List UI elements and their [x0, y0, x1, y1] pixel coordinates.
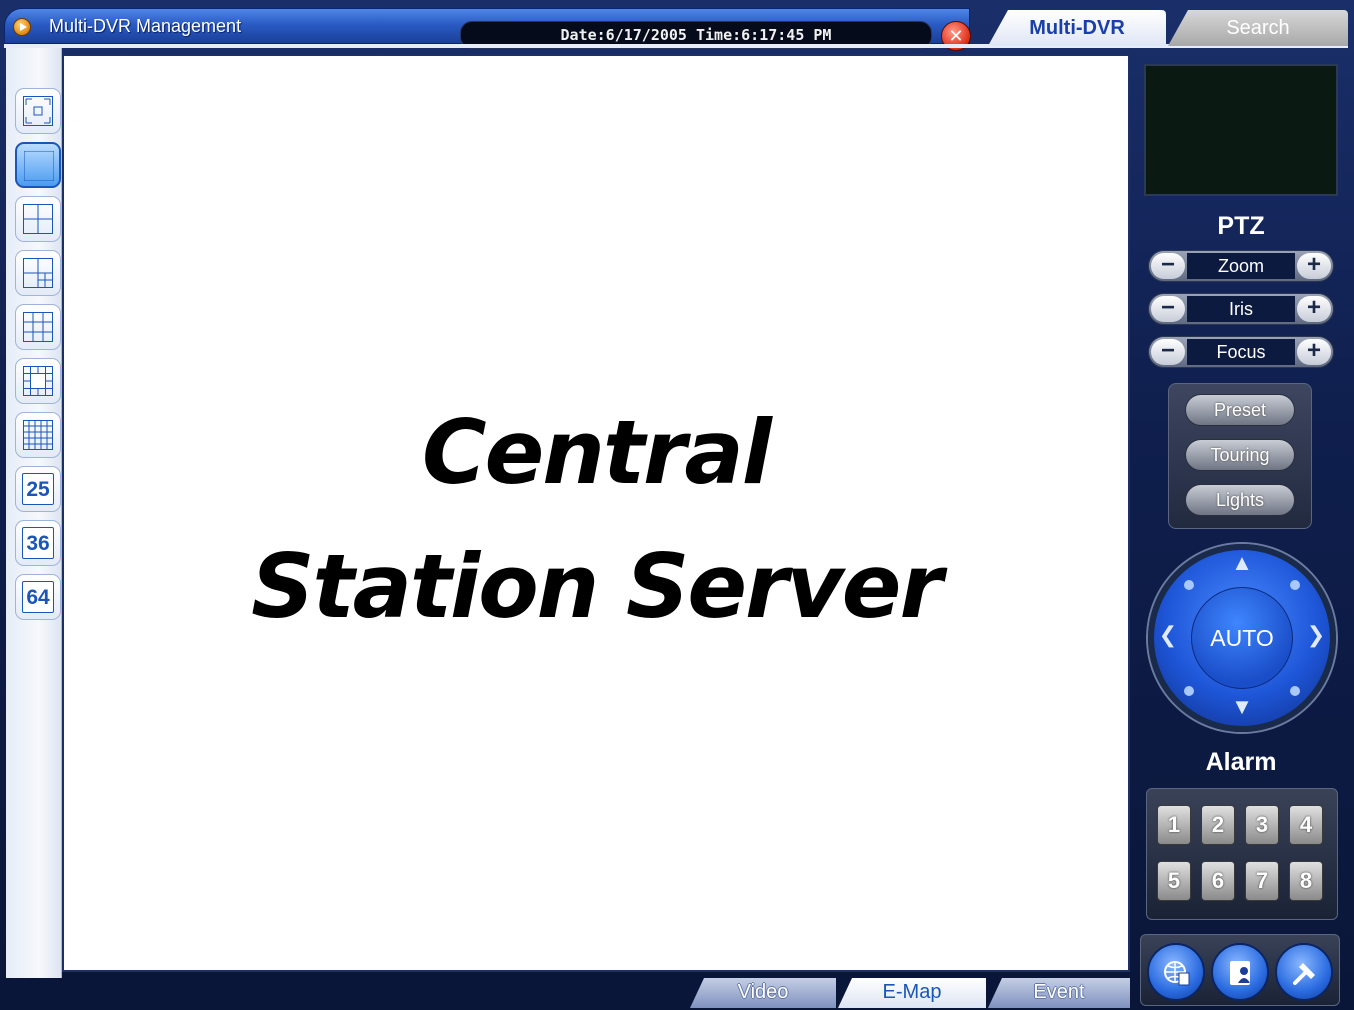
app-title: Multi-DVR Management [49, 16, 242, 36]
app-window: Multi-DVR Management Date:6/17/2005 Time… [0, 0, 1354, 1010]
grid-3x3-icon [23, 312, 53, 342]
tab-multi-dvr[interactable]: Multi-DVR [988, 10, 1166, 46]
pan-down-right-button[interactable] [1290, 686, 1300, 696]
tab-video[interactable]: Video [690, 978, 836, 1008]
alarm-button-6[interactable]: 6 [1201, 861, 1235, 901]
view-36-label: 36 [22, 527, 54, 559]
auto-button[interactable]: AUTO [1191, 587, 1293, 689]
pan-up-left-button[interactable] [1184, 580, 1194, 590]
network-icon [1164, 961, 1190, 986]
sixteen-view-button[interactable] [15, 412, 61, 458]
view-64-button[interactable]: 64 [15, 574, 61, 620]
view-36-button[interactable]: 36 [15, 520, 61, 566]
thirteen-view-button[interactable] [15, 358, 61, 404]
pan-left-icon[interactable]: ❮ [1156, 622, 1180, 648]
grid-6-icon [23, 258, 53, 288]
alarm-button-1[interactable]: 1 [1157, 805, 1191, 845]
alarm-button-3[interactable]: 3 [1245, 805, 1279, 845]
ptz-title: PTZ [1217, 212, 1265, 240]
view-64-label: 64 [22, 581, 54, 613]
view-25-label: 25 [22, 473, 54, 505]
lights-button[interactable]: Lights [1185, 484, 1295, 516]
focus-near-button[interactable]: − [1151, 339, 1185, 365]
title-bar: Multi-DVR Management Date:6/17/2005 Time… [4, 8, 971, 51]
tab-event[interactable]: Event [988, 978, 1130, 1008]
grid-4x4-icon [23, 420, 53, 450]
setup-button[interactable] [1275, 943, 1333, 1001]
focus-far-button[interactable]: + [1297, 339, 1331, 365]
tool-panel [1140, 934, 1340, 1006]
ptz-direction-pad: ▲ ▼ ❮ ❯ AUTO [1148, 544, 1336, 732]
alarm-button-7[interactable]: 7 [1245, 861, 1279, 901]
alarm-button-2[interactable]: 2 [1201, 805, 1235, 845]
tab-search[interactable]: Search [1168, 10, 1348, 46]
iris-control: − Iris + [1148, 293, 1334, 325]
focus-control: − Focus + [1148, 336, 1334, 368]
alarm-button-8[interactable]: 8 [1289, 861, 1323, 901]
banner-line-2: Station Server [251, 535, 943, 638]
pan-down-left-button[interactable] [1184, 686, 1194, 696]
single-view-button[interactable] [15, 142, 61, 188]
banner: Central Station Server [64, 386, 1128, 654]
pan-up-right-button[interactable] [1290, 580, 1300, 590]
setup-icon [1293, 963, 1315, 985]
tab-e-map[interactable]: E-Map [838, 978, 986, 1008]
zoom-in-button[interactable]: + [1297, 253, 1331, 279]
nine-view-button[interactable] [15, 304, 61, 350]
touring-button[interactable]: Touring [1185, 439, 1295, 471]
quad-view-button[interactable] [15, 196, 61, 242]
alarm-panel: 1 2 3 4 5 6 7 8 [1146, 788, 1338, 920]
zoom-out-button[interactable]: − [1151, 253, 1185, 279]
single-view-icon [24, 151, 54, 181]
pan-right-icon[interactable]: ❯ [1304, 622, 1328, 648]
pan-up-icon[interactable]: ▲ [1230, 550, 1254, 576]
alarm-button-5[interactable]: 5 [1157, 861, 1191, 901]
app-icon[interactable] [13, 18, 31, 36]
grid-2x2-icon [23, 204, 53, 234]
alarm-button-4[interactable]: 4 [1289, 805, 1323, 845]
zoom-control: − Zoom + [1148, 250, 1334, 282]
network-button[interactable] [1147, 943, 1205, 1001]
main-view[interactable]: Central Station Server [62, 54, 1130, 972]
preset-button[interactable]: Preset [1185, 394, 1295, 426]
view-25-button[interactable]: 25 [15, 466, 61, 512]
pan-down-icon[interactable]: ▼ [1230, 694, 1254, 720]
layout-toolbar: 25 36 64 [6, 48, 62, 978]
camera-preview [1144, 64, 1338, 196]
datetime-text: Date:6/17/2005 Time:6:17:45 PM [560, 26, 832, 44]
zoom-label: Zoom [1187, 253, 1295, 279]
banner-line-1: Central [422, 401, 772, 504]
user-icon [1230, 961, 1250, 985]
iris-label: Iris [1187, 296, 1295, 322]
six-view-button[interactable] [15, 250, 61, 296]
focus-label: Focus [1187, 339, 1295, 365]
user-button[interactable] [1211, 943, 1269, 1001]
fullscreen-button[interactable] [15, 88, 61, 134]
fullscreen-icon [23, 96, 53, 126]
grid-13-icon [23, 366, 53, 396]
iris-open-button[interactable]: + [1297, 296, 1331, 322]
alarm-title: Alarm [1205, 748, 1277, 776]
preset-panel: Preset Touring Lights [1168, 383, 1312, 529]
iris-close-button[interactable]: − [1151, 296, 1185, 322]
